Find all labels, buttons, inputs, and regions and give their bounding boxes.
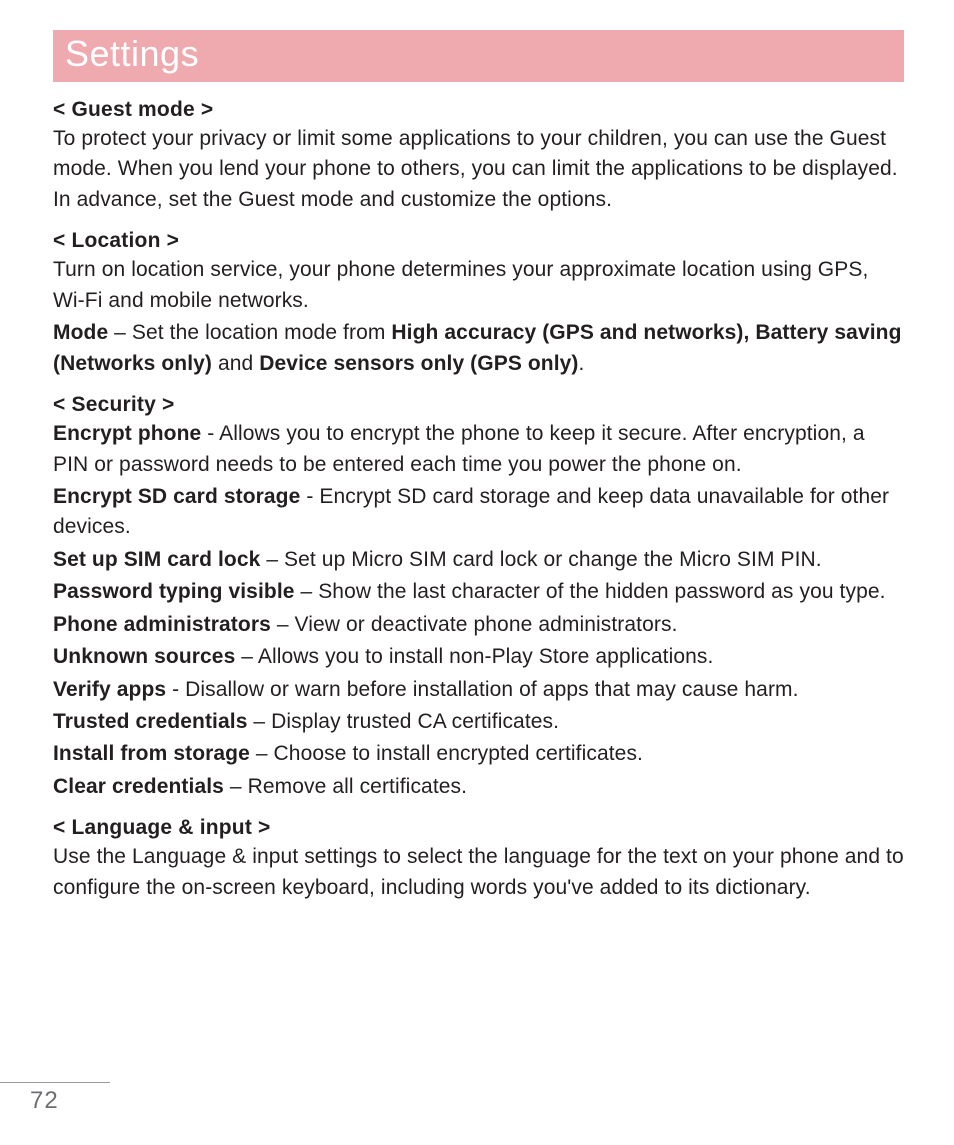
location-mode-label: Mode — [53, 321, 108, 344]
security-item-2: Set up SIM card lock – Set up Micro SIM … — [53, 545, 904, 575]
security-item-0: Encrypt phone - Allows you to encrypt th… — [53, 419, 904, 480]
section-head-lang: < Language & input > — [53, 816, 904, 840]
location-mode-sep: – Set the location mode from — [108, 321, 391, 344]
section-head-security: < Security > — [53, 393, 904, 417]
security-term-2: Set up SIM card lock — [53, 548, 260, 571]
section-head-location: < Location > — [53, 229, 904, 253]
security-item-8: Install from storage – Choose to install… — [53, 739, 904, 769]
security-term-1: Encrypt SD card storage — [53, 485, 300, 508]
security-term-9: Clear credentials — [53, 775, 224, 798]
location-mode-opt2: Device sensors only (GPS only) — [259, 352, 578, 375]
security-term-7: Trusted credentials — [53, 710, 247, 733]
security-desc-9: – Remove all certificates. — [224, 775, 467, 798]
security-item-1: Encrypt SD card storage - Encrypt SD car… — [53, 482, 904, 543]
security-item-4: Phone administrators – View or deactivat… — [53, 610, 904, 640]
security-term-6: Verify apps — [53, 678, 166, 701]
page-title: Settings — [65, 33, 199, 74]
security-desc-6: - Disallow or warn before installation o… — [166, 678, 798, 701]
security-term-4: Phone administrators — [53, 613, 271, 636]
location-body1: Turn on location service, your phone det… — [53, 255, 904, 316]
security-item-5: Unknown sources – Allows you to install … — [53, 642, 904, 672]
security-desc-7: – Display trusted CA certificates. — [247, 710, 559, 733]
security-item-6: Verify apps - Disallow or warn before in… — [53, 675, 904, 705]
security-term-8: Install from storage — [53, 742, 250, 765]
manual-page: Settings < Guest mode > To protect your … — [0, 0, 954, 1145]
location-mode-and: and — [212, 352, 259, 375]
page-number: 72 — [30, 1087, 59, 1114]
security-desc-3: – Show the last character of the hidden … — [295, 580, 886, 603]
section-head-guest: < Guest mode > — [53, 98, 904, 122]
security-desc-8: – Choose to install encrypted certificat… — [250, 742, 643, 765]
security-desc-5: – Allows you to install non-Play Store a… — [235, 645, 713, 668]
security-term-0: Encrypt phone — [53, 422, 201, 445]
guest-body: To protect your privacy or limit some ap… — [53, 124, 904, 215]
security-item-9: Clear credentials – Remove all certifica… — [53, 772, 904, 802]
page-title-bar: Settings — [53, 30, 904, 82]
page-footer: 72 — [0, 1082, 954, 1115]
security-term-5: Unknown sources — [53, 645, 235, 668]
security-term-3: Password typing visible — [53, 580, 295, 603]
security-desc-4: – View or deactivate phone administrator… — [271, 613, 678, 636]
location-mode-line: Mode – Set the location mode from High a… — [53, 318, 904, 379]
lang-body: Use the Language & input settings to sel… — [53, 842, 904, 903]
security-item-7: Trusted credentials – Display trusted CA… — [53, 707, 904, 737]
security-desc-2: – Set up Micro SIM card lock or change t… — [260, 548, 821, 571]
footer-rule — [0, 1082, 110, 1083]
security-item-3: Password typing visible – Show the last … — [53, 577, 904, 607]
location-mode-end: . — [579, 352, 585, 375]
